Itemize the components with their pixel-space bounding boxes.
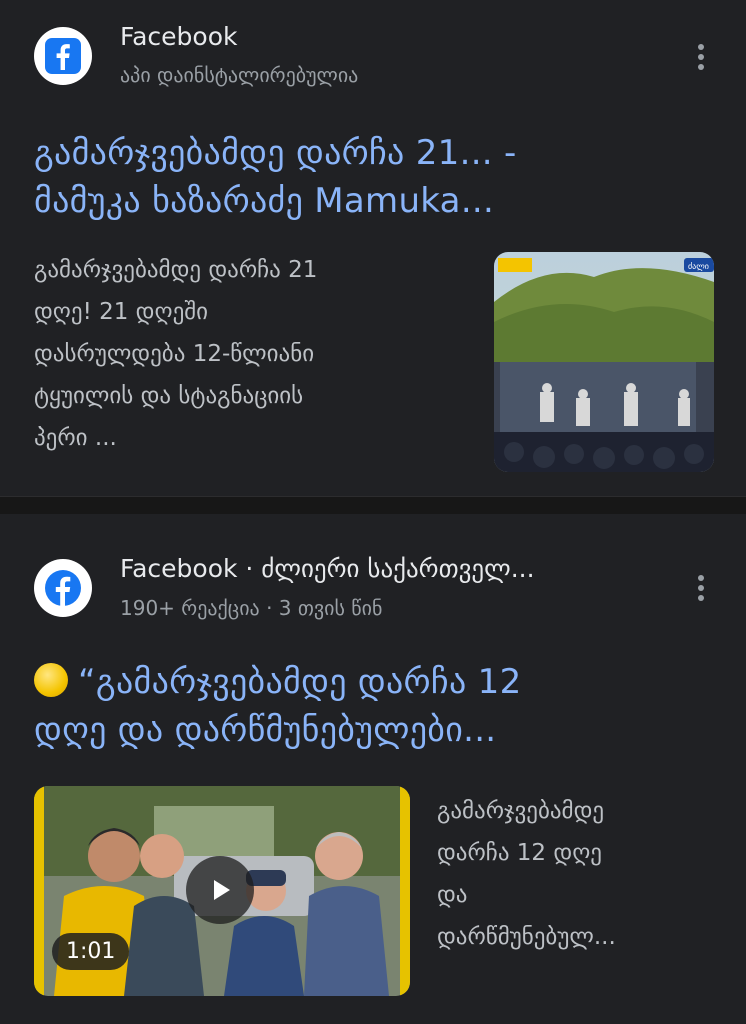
video-thumbnail[interactable]: 1:01	[34, 786, 410, 996]
play-icon	[214, 880, 230, 900]
play-button[interactable]	[186, 856, 254, 924]
video-duration-badge: 1:01	[52, 933, 130, 970]
result-snippet: გამარჯვებამდე დარჩა 21 დღე! 21 დღეში დას…	[34, 249, 454, 459]
result-snippet: გამარჯვებამდე დარჩა 12 დღე და დარწმუნებუ…	[437, 790, 727, 958]
search-result-card-2[interactable]: Facebook · ძლიერი საქართველ... 190+ რეაქ…	[0, 514, 746, 1024]
snippet-line: დასრულდება 12-წლიანი	[34, 341, 315, 367]
more-options-icon[interactable]	[689, 568, 713, 608]
result-title-line2: დღე და დარწმუნებულები...	[34, 710, 497, 750]
snippet-line: გამარჯვებამდე	[437, 798, 605, 824]
snippet-line: და	[437, 882, 468, 908]
source-name[interactable]: Facebook · ძლიერი საქართველ...	[120, 554, 535, 583]
result-title-line1: გამარჯვებამდე დარჩა 21... -	[34, 133, 517, 173]
source-subtitle: აპი დაინსტალირებულია	[120, 63, 359, 87]
yellow-circle-emoji-icon	[34, 663, 68, 697]
snippet-line: გამარჯვებამდე დარჩა 21	[34, 257, 318, 283]
source-subtitle: 190+ რეაქცია · 3 თვის წინ	[120, 596, 383, 620]
result-title-line1: “გამარჯვებამდე დარჩა 12	[78, 662, 522, 702]
snippet-line: დარწმუნებულ...	[437, 924, 616, 950]
facebook-logo-icon	[34, 559, 92, 617]
result-title-link[interactable]: “გამარჯვებამდე დარჩა 12 დღე და დარწმუნებ…	[34, 658, 714, 754]
result-title-line2: მამუკა ხაზარაძე Mamuka...	[34, 181, 495, 221]
result-title-link[interactable]: გამარჯვებამდე დარჩა 21... - მამუკა ხაზარ…	[34, 129, 714, 225]
source-name[interactable]: Facebook	[120, 22, 237, 51]
more-options-icon[interactable]	[689, 37, 713, 77]
card-divider	[0, 496, 746, 514]
snippet-line: დღე! 21 დღეში	[34, 299, 209, 325]
result-thumbnail[interactable]: ძალი	[494, 252, 714, 472]
snippet-line: დარჩა 12 დღე	[437, 840, 602, 866]
snippet-line: პერი ...	[34, 425, 117, 451]
facebook-logo-icon	[34, 27, 92, 85]
search-result-card-1[interactable]: Facebook აპი დაინსტალირებულია გამარჯვება…	[0, 0, 746, 496]
thumbnail-image: ძალი	[494, 252, 714, 472]
thumbnail-badge-text: ძალი	[688, 261, 709, 271]
snippet-line: ტყუილის და სტაგნაციის	[34, 383, 304, 409]
